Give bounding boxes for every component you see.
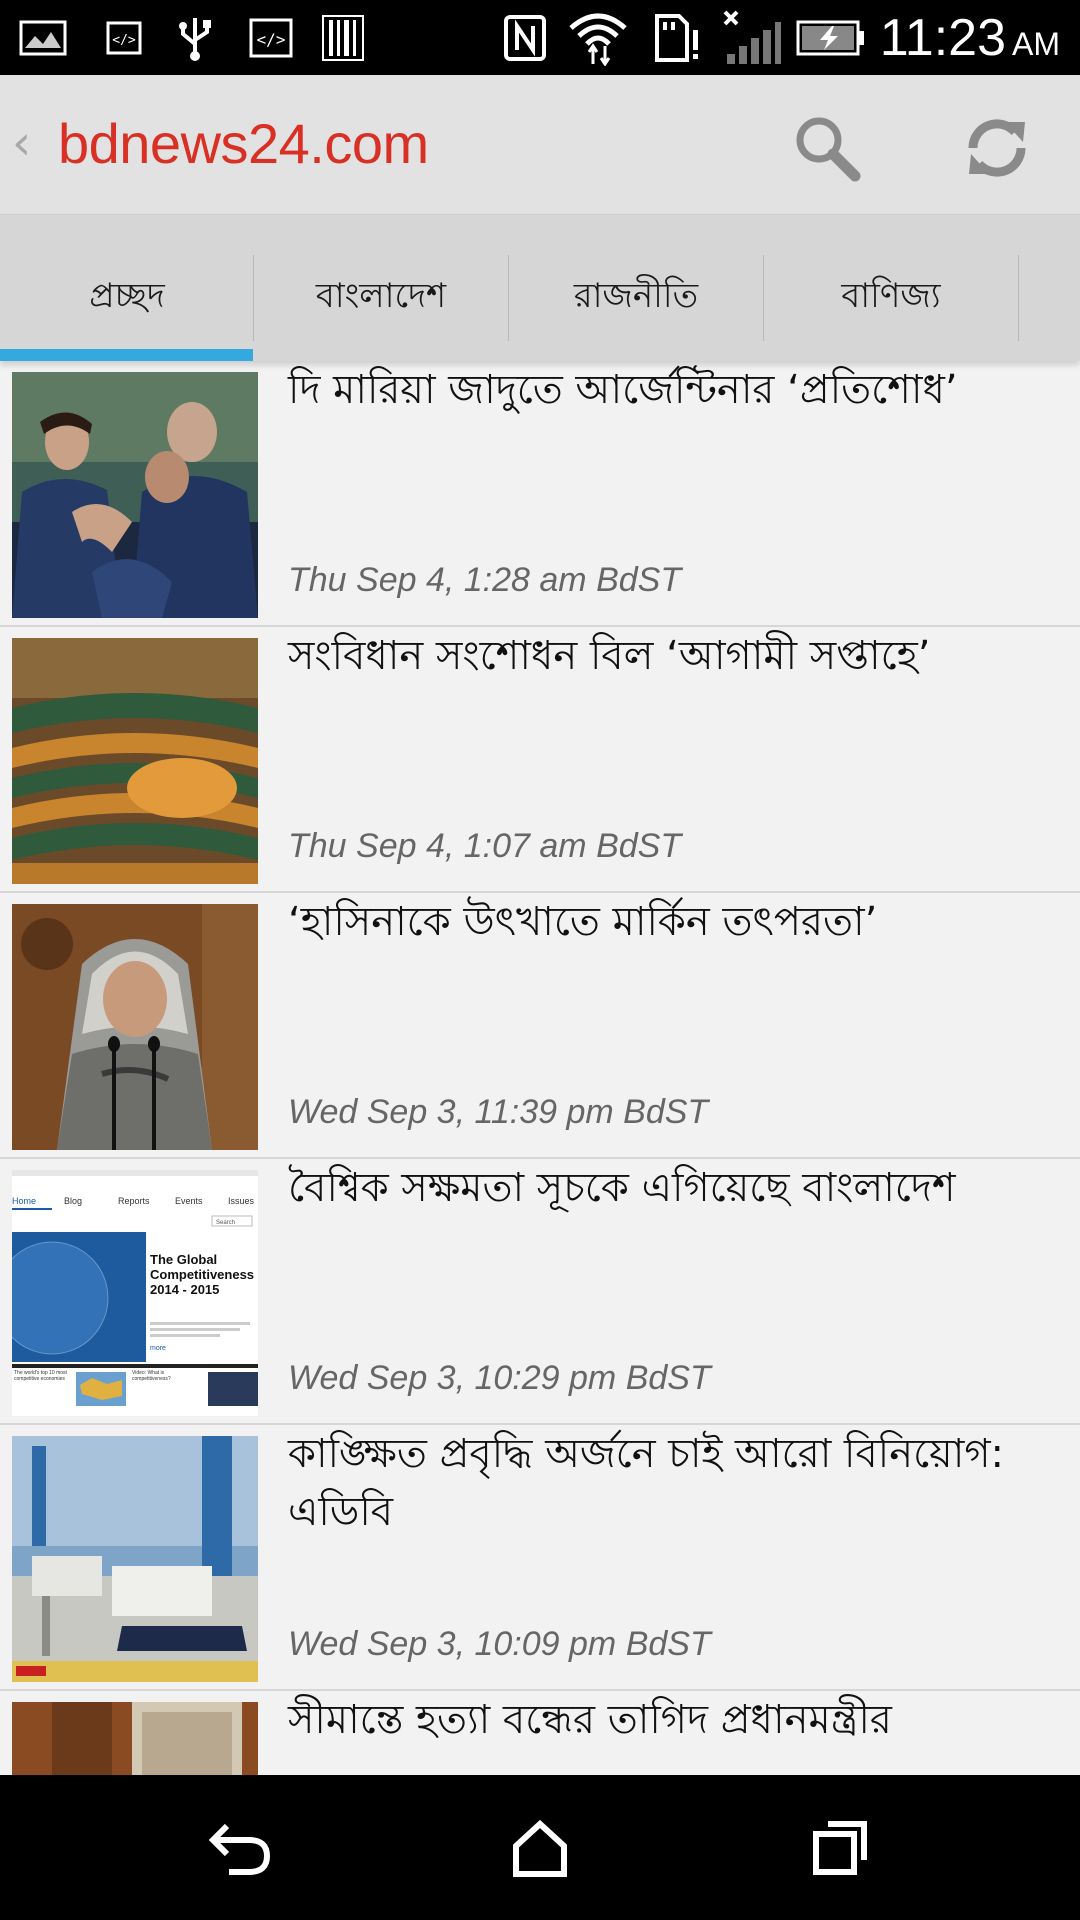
thumb-caption-2: Video: What is competitiveness?	[132, 1370, 171, 1382]
news-headline: সীমান্তে হত্যা বন্ধের তাগিদ প্রধানমন্ত্র…	[288, 1697, 892, 1743]
thumb-report-title: The Global Competitiveness 2014 - 2015	[150, 1252, 255, 1297]
battery-charging-icon	[796, 14, 866, 62]
search-button[interactable]	[782, 103, 872, 193]
app-title[interactable]: bdnews24.com	[58, 111, 429, 176]
selected-tab-indicator	[0, 349, 253, 361]
search-icon	[796, 117, 861, 182]
refresh-button[interactable]	[952, 103, 1042, 193]
svg-text:</>: </>	[257, 30, 286, 49]
tab-label: প্রচ্ছদ	[89, 275, 165, 316]
thumb-nav-reports: Reports	[118, 1196, 150, 1206]
tab-divider	[1018, 255, 1019, 341]
image-notification-icon	[18, 14, 68, 62]
recents-icon	[813, 1820, 867, 1875]
usb-icon	[170, 14, 220, 62]
news-item[interactable]: দি মারিয়া জাদুতে আর্জেন্টিনার ‘প্রতিশোধ…	[0, 361, 1080, 627]
app-bar: ‹ bdnews24.com	[0, 75, 1080, 215]
back-icon	[208, 1823, 271, 1875]
back-button[interactable]	[190, 1805, 290, 1890]
tab-label: রাজনীতি	[573, 275, 699, 316]
thumb-nav-events: Events	[175, 1196, 203, 1206]
news-headline: কাঙ্ক্ষিত প্রবৃদ্ধি অর্জনে চাই আরো বিনিয…	[288, 1431, 1005, 1535]
tab-bangladesh[interactable]: বাংলাদেশ	[254, 255, 508, 341]
thumb-more-link: more	[150, 1345, 166, 1352]
news-item[interactable]: সংবিধান সংশোধন বিল ‘আগামী সপ্তাহে’ Thu S…	[0, 627, 1080, 893]
thumb-nav-issues: Issues	[228, 1196, 255, 1206]
tab-politics[interactable]: রাজনীতি	[509, 255, 763, 341]
news-item[interactable]: Home Blog Reports Events Issues Search T…	[0, 1159, 1080, 1425]
news-thumbnail	[12, 638, 258, 884]
thumb-caption-1: The world's top 10 most competitive econ…	[14, 1370, 67, 1382]
news-headline: বৈশ্বিক সক্ষমতা সূচকে এগিয়েছে বাংলাদেশ	[288, 1165, 956, 1211]
tab-label: বাংলাদেশ	[315, 275, 447, 316]
barcode-icon	[318, 14, 368, 62]
news-item[interactable]: ‘হাসিনাকে উৎখাতে মার্কিন তৎপরতা’ Wed Sep…	[0, 893, 1080, 1159]
news-item[interactable]: সীমান্তে হত্যা বন্ধের তাগিদ প্রধানমন্ত্র…	[0, 1691, 1080, 1775]
news-timestamp: Wed Sep 3, 11:39 pm BdST	[288, 1093, 709, 1131]
home-button[interactable]	[490, 1805, 590, 1890]
news-item[interactable]: কাঙ্ক্ষিত প্রবৃদ্ধি অর্জনে চাই আরো বিনিয…	[0, 1425, 1080, 1691]
navigation-bar	[0, 1775, 1080, 1920]
nfc-icon	[500, 14, 550, 62]
code-notification-icon: </>	[246, 14, 296, 62]
news-timestamp: Wed Sep 3, 10:29 pm BdST	[288, 1359, 711, 1397]
status-bar: </> </> 11:23 AM	[0, 0, 1080, 75]
thumb-nav-home: Home	[12, 1196, 36, 1206]
news-timestamp: Thu Sep 4, 1:07 am BdST	[288, 827, 682, 865]
clock-time: 11:23	[879, 9, 1006, 67]
news-headline: দি মারিয়া জাদুতে আর্জেন্টিনার ‘প্রতিশোধ…	[288, 367, 958, 413]
wifi-icon	[566, 13, 630, 66]
svg-text:</>: </>	[112, 33, 136, 48]
news-headline: ‘হাসিনাকে উৎখাতে মার্কিন তৎপরতা’	[288, 899, 878, 945]
news-timestamp: Thu Sep 4, 1:28 am BdST	[288, 561, 682, 599]
tab-home[interactable]: প্রচ্ছদ	[0, 255, 254, 341]
news-thumbnail	[12, 1436, 258, 1682]
thumb-search-label: Search	[216, 1220, 235, 1226]
news-thumbnail	[12, 1702, 258, 1775]
news-timestamp: Wed Sep 3, 10:09 pm BdST	[288, 1625, 711, 1663]
tab-label: বাণিজ্য	[841, 275, 941, 316]
home-icon	[513, 1819, 567, 1877]
news-thumbnail	[12, 372, 258, 618]
sd-card-alert-icon	[648, 14, 702, 62]
news-thumbnail	[12, 904, 258, 1150]
tab-business[interactable]: বাণিজ্য	[764, 255, 1018, 341]
recents-button[interactable]	[790, 1805, 890, 1890]
news-headline: সংবিধান সংশোধন বিল ‘আগামী সপ্তাহে’	[288, 633, 931, 679]
clock-ampm: AM	[1012, 26, 1060, 62]
code-notification-icon: </>	[104, 14, 144, 62]
section-tabs: প্রচ্ছদ বাংলাদেশ রাজনীতি বাণিজ্য	[0, 215, 1080, 361]
status-clock: 11:23 AM	[880, 8, 1060, 68]
chevron-left-icon[interactable]: ‹	[12, 115, 31, 171]
news-list[interactable]: দি মারিয়া জাদুতে আর্জেন্টিনার ‘প্রতিশোধ…	[0, 361, 1080, 1775]
news-thumbnail: Home Blog Reports Events Issues Search T…	[12, 1170, 258, 1416]
thumb-nav-blog: Blog	[64, 1196, 82, 1206]
refresh-icon	[968, 119, 1026, 177]
signal-off-icon	[720, 10, 784, 64]
